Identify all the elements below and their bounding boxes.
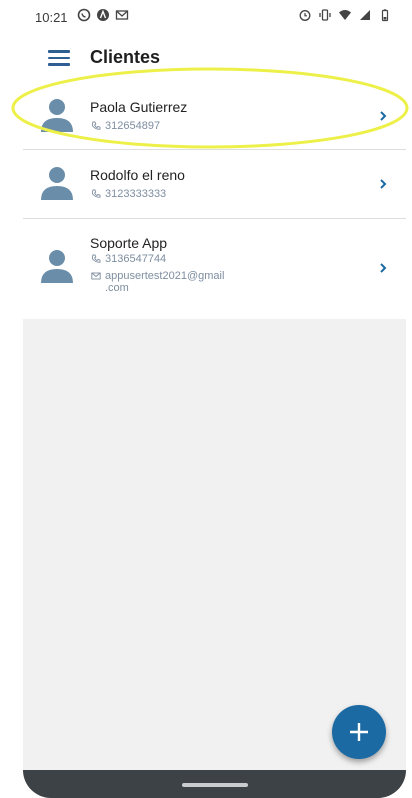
phone-icon	[91, 121, 101, 130]
client-list: Paola Gutierrez 312654897 Rodolfo el ren…	[23, 82, 406, 319]
person-avatar-icon	[41, 250, 73, 283]
phone-icon	[91, 254, 101, 263]
chevron-right-icon	[380, 263, 387, 273]
signal-icon	[360, 10, 370, 20]
app-bar: Clientes	[23, 34, 406, 83]
add-client-button[interactable]	[332, 705, 386, 759]
phone-screen: 10:21 Clientes Paola Gutierrez 312654897…	[23, 0, 406, 798]
client-phone-text: 3123333333	[105, 188, 167, 200]
client-row[interactable]: Paola Gutierrez 312654897	[23, 82, 406, 150]
alarm-icon	[299, 10, 311, 21]
client-name: Rodolfo el reno	[90, 167, 185, 183]
client-row[interactable]: Soporte App 3136547744 appusertest2021@g…	[23, 219, 406, 319]
client-email: appusertest2021@gmail .com	[91, 270, 271, 294]
client-phone: 3136547744	[91, 253, 166, 265]
vibrate-icon	[319, 9, 331, 21]
client-phone-text: 3136547744	[105, 253, 167, 265]
a-app-icon	[97, 9, 109, 21]
person-avatar-icon	[41, 99, 73, 132]
client-email-line1: appusertest2021@gmail	[105, 270, 225, 282]
chevron-right-icon	[380, 111, 387, 121]
status-time: 10:21	[35, 10, 68, 25]
status-icons-right	[298, 8, 392, 22]
client-phone-text: 312654897	[105, 120, 161, 132]
client-email-line2: .com	[105, 282, 129, 294]
gmail-icon	[115, 10, 129, 20]
whatsapp-icon	[77, 8, 91, 22]
client-phone: 3123333333	[91, 188, 166, 200]
hamburger-menu-icon[interactable]	[48, 50, 70, 66]
battery-icon	[381, 9, 389, 22]
status-icons-left	[77, 8, 129, 22]
page-title: Clientes	[90, 47, 161, 67]
chevron-right-icon	[380, 179, 387, 189]
client-row[interactable]: Rodolfo el reno 3123333333	[23, 150, 406, 219]
plus-icon	[350, 723, 368, 741]
mail-icon	[91, 272, 101, 280]
person-avatar-icon	[41, 167, 73, 200]
client-phone: 312654897	[91, 120, 160, 132]
client-name: Paola Gutierrez	[90, 99, 188, 115]
status-bar: 10:21	[23, 0, 406, 34]
wifi-icon	[339, 10, 351, 20]
client-name: Soporte App	[90, 235, 168, 251]
home-gesture-bar[interactable]	[182, 783, 248, 787]
system-nav-bar	[23, 770, 406, 798]
phone-icon	[91, 189, 101, 198]
